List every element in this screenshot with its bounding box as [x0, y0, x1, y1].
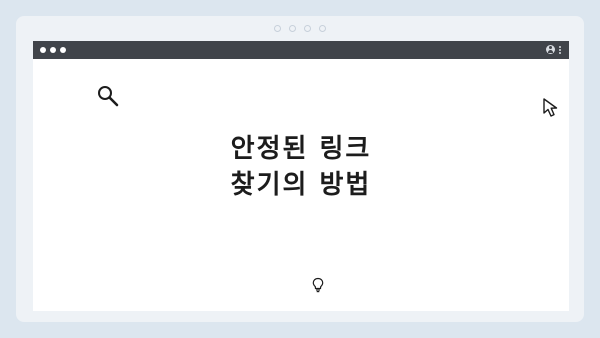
- minimize-window-button[interactable]: [50, 47, 56, 53]
- lightbulb-icon: [312, 277, 324, 293]
- close-window-button[interactable]: [40, 47, 46, 53]
- page-title: 안정된 링크 찾기의 방법: [33, 131, 569, 203]
- device-indicator-dots: [274, 25, 326, 32]
- search-icon: [98, 86, 119, 107]
- indicator-dot: [274, 25, 281, 32]
- kebab-menu-icon[interactable]: [559, 45, 561, 54]
- title-line-1: 안정된 링크: [230, 134, 372, 164]
- indicator-dot: [319, 25, 326, 32]
- title-line-2: 찾기의 방법: [230, 170, 372, 200]
- indicator-dot: [304, 25, 311, 32]
- window-titlebar: [33, 41, 569, 59]
- maximize-window-button[interactable]: [60, 47, 66, 53]
- window-controls: [40, 47, 66, 53]
- page-content: 안정된 링크 찾기의 방법: [33, 59, 569, 311]
- cursor-icon: [543, 98, 558, 117]
- user-icon[interactable]: [546, 45, 555, 54]
- indicator-dot: [289, 25, 296, 32]
- titlebar-actions: [546, 44, 561, 54]
- device-frame: 안정된 링크 찾기의 방법: [16, 16, 584, 322]
- browser-window: 안정된 링크 찾기의 방법: [33, 41, 569, 311]
